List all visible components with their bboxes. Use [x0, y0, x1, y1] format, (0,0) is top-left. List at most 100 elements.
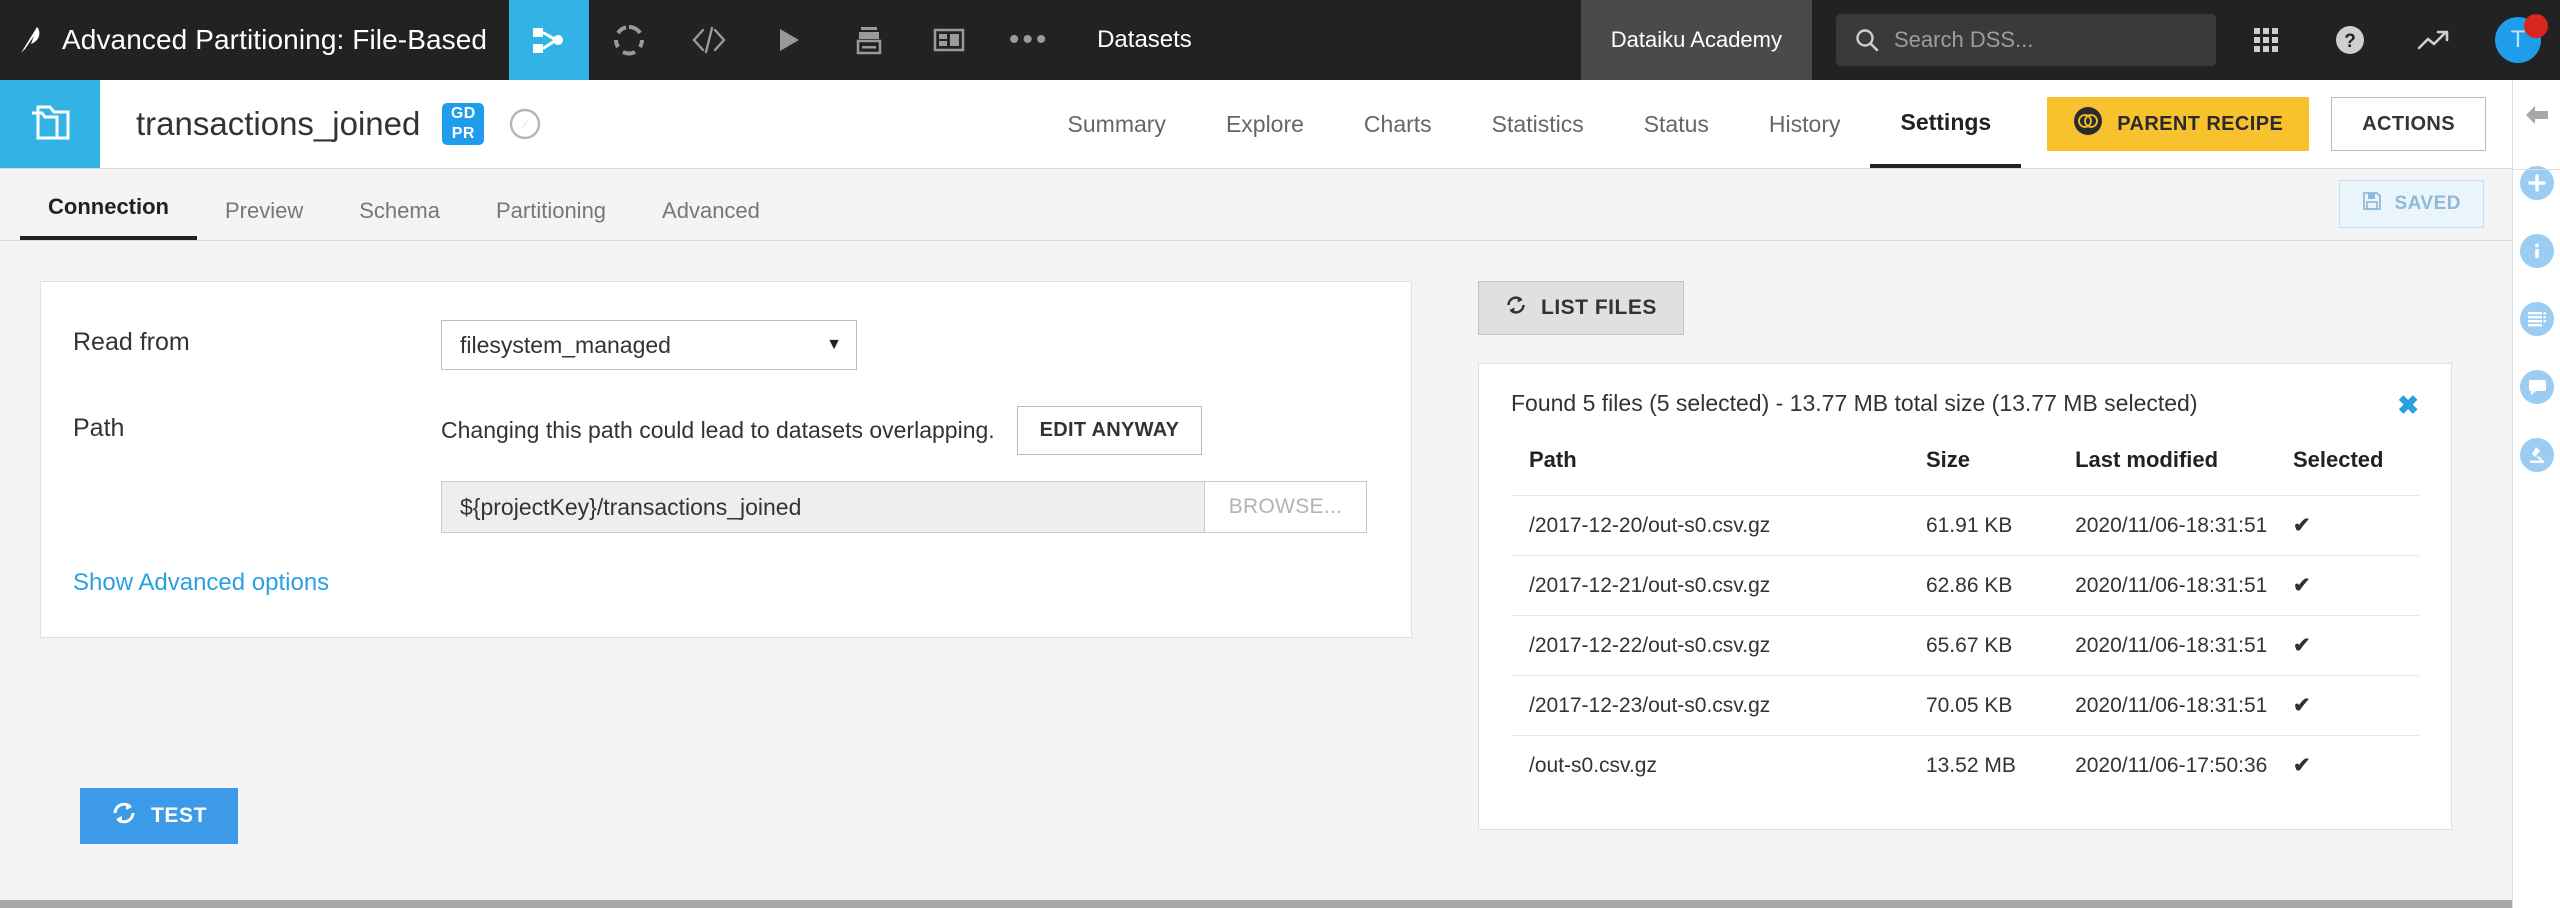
search-icon	[1854, 27, 1880, 53]
browse-button[interactable]: BROWSE...	[1205, 481, 1367, 533]
avatar[interactable]: T	[2476, 0, 2560, 80]
table-row[interactable]: /2017-12-23/out-s0.csv.gz 70.05 KB 2020/…	[1511, 676, 2419, 736]
tab-summary[interactable]: Summary	[1038, 80, 1196, 168]
table-row[interactable]: /2017-12-22/out-s0.csv.gz 65.67 KB 2020/…	[1511, 616, 2419, 676]
top-navbar: Advanced Partitioning: File-Based	[0, 0, 2560, 80]
dataiku-dss-window: Advanced Partitioning: File-Based	[0, 0, 2560, 908]
gdpr-badge[interactable]: GD PR	[442, 103, 484, 145]
cell-size: 65.67 KB	[1926, 616, 2075, 676]
path-input-row: ${projectKey}/transactions_joined BROWSE…	[441, 481, 1367, 533]
files-table: Path Size Last modified Selected /2017-1…	[1511, 447, 2419, 795]
cell-size: 61.91 KB	[1926, 496, 2075, 556]
actions-button[interactable]: ACTIONS	[2331, 97, 2486, 151]
navbar-right-icons: ? T	[2224, 0, 2560, 80]
column-header-selected[interactable]: Selected	[2293, 447, 2419, 496]
list-files-button[interactable]: LIST FILES	[1478, 281, 1684, 335]
tab-status[interactable]: Status	[1614, 80, 1739, 168]
cell-selected-check: ✔	[2293, 616, 2419, 676]
lab-microscope-icon[interactable]	[2520, 438, 2554, 472]
discover-compass-icon[interactable]	[508, 107, 542, 141]
comments-icon[interactable]	[2520, 370, 2554, 404]
cell-size: 13.52 MB	[1926, 736, 2075, 796]
cell-selected-check: ✔	[2293, 736, 2419, 796]
tab-history[interactable]: History	[1739, 80, 1871, 168]
cell-last-modified: 2020/11/06-18:31:51	[2075, 556, 2293, 616]
collapse-back-arrow-icon[interactable]	[2522, 102, 2552, 128]
column-header-last-modified[interactable]: Last modified	[2075, 447, 2293, 496]
gdpr-badge-line1: GD	[451, 104, 476, 124]
cell-selected-check: ✔	[2293, 676, 2419, 736]
cell-size: 62.86 KB	[1926, 556, 2075, 616]
column-header-path[interactable]: Path	[1511, 447, 1926, 496]
jobs-stack-icon[interactable]	[829, 0, 909, 80]
search-input[interactable]: Search DSS...	[1836, 14, 2216, 66]
navbar-section-label[interactable]: Datasets	[1069, 26, 1220, 54]
read-from-label: Read from	[41, 320, 441, 357]
path-input[interactable]: ${projectKey}/transactions_joined	[441, 481, 1205, 533]
show-advanced-options-link[interactable]: Show Advanced options	[41, 569, 1411, 597]
column-header-size[interactable]: Size	[1926, 447, 2075, 496]
tab-explore[interactable]: Explore	[1196, 80, 1334, 168]
connection-panel: Read from filesystem_managed ▼ Path Chan…	[40, 281, 1412, 638]
chevron-down-icon: ▼	[826, 336, 842, 354]
table-row[interactable]: /2017-12-20/out-s0.csv.gz 61.91 KB 2020/…	[1511, 496, 2419, 556]
files-summary-text: Found 5 files (5 selected) - 13.77 MB to…	[1511, 390, 2198, 417]
code-icon[interactable]	[669, 0, 749, 80]
read-from-row: Read from filesystem_managed ▼	[41, 320, 1411, 370]
cell-path: /out-s0.csv.gz	[1511, 736, 1926, 796]
lab-circle-icon[interactable]	[589, 0, 669, 80]
dashboard-icon[interactable]	[909, 0, 989, 80]
tab-statistics[interactable]: Statistics	[1462, 80, 1614, 168]
path-warning-row: Changing this path could lead to dataset…	[441, 406, 1367, 455]
test-label: TEST	[151, 804, 207, 828]
help-question-icon[interactable]: ?	[2308, 0, 2392, 80]
add-plus-icon[interactable]	[2520, 166, 2554, 200]
info-icon[interactable]	[2520, 234, 2554, 268]
flow-icon[interactable]	[509, 0, 589, 80]
page-title: transactions_joined	[136, 105, 420, 143]
tab-settings[interactable]: Settings	[1870, 80, 2021, 168]
main-content: Read from filesystem_managed ▼ Path Chan…	[0, 241, 2512, 900]
subtab-advanced[interactable]: Advanced	[634, 198, 788, 240]
files-card-header: Found 5 files (5 selected) - 13.77 MB to…	[1511, 390, 2419, 421]
apps-grid-icon[interactable]	[2224, 0, 2308, 80]
svg-text:?: ?	[2344, 31, 2356, 52]
right-rail	[2512, 80, 2560, 908]
edit-anyway-button[interactable]: EDIT ANYWAY	[1017, 406, 1203, 455]
academy-button[interactable]: Dataiku Academy	[1581, 0, 1812, 80]
cell-path: /2017-12-22/out-s0.csv.gz	[1511, 616, 1926, 676]
gdpr-badge-line2: PR	[452, 124, 475, 144]
subtab-partitioning[interactable]: Partitioning	[468, 198, 634, 240]
refresh-icon	[111, 801, 137, 831]
dataset-tabs: Summary Explore Charts Statistics Status…	[1038, 80, 2512, 168]
path-controls: Changing this path could lead to dataset…	[441, 406, 1367, 533]
cell-last-modified: 2020/11/06-18:31:51	[2075, 676, 2293, 736]
read-from-select[interactable]: filesystem_managed ▼	[441, 320, 857, 370]
dataiku-bird-logo[interactable]	[0, 0, 62, 80]
more-ellipsis-icon[interactable]: •••	[989, 0, 1069, 80]
tab-charts[interactable]: Charts	[1334, 80, 1462, 168]
close-x-icon[interactable]: ✖	[2397, 390, 2419, 421]
bottom-scrollbar[interactable]	[0, 900, 2512, 908]
table-row[interactable]: /2017-12-21/out-s0.csv.gz 62.86 KB 2020/…	[1511, 556, 2419, 616]
connection-column: Read from filesystem_managed ▼ Path Chan…	[0, 241, 1458, 900]
files-result-card: Found 5 files (5 selected) - 13.77 MB to…	[1478, 363, 2452, 830]
subtab-preview[interactable]: Preview	[197, 198, 331, 240]
search-placeholder-text: Search DSS...	[1894, 27, 2033, 53]
run-play-icon[interactable]	[749, 0, 829, 80]
details-list-icon[interactable]	[2520, 302, 2554, 336]
files-column: LIST FILES Found 5 files (5 selected) - …	[1458, 241, 2512, 900]
test-button[interactable]: TEST	[80, 788, 238, 844]
trending-arrow-icon[interactable]	[2392, 0, 2476, 80]
table-header-row: Path Size Last modified Selected	[1511, 447, 2419, 496]
subtab-schema[interactable]: Schema	[331, 198, 468, 240]
cell-last-modified: 2020/11/06-18:31:51	[2075, 616, 2293, 676]
saved-label: SAVED	[2394, 193, 2461, 215]
path-row: Path Changing this path could lead to da…	[41, 406, 1411, 533]
parent-recipe-label: PARENT RECIPE	[2117, 113, 2283, 136]
subtab-connection[interactable]: Connection	[20, 194, 197, 240]
cell-path: /2017-12-21/out-s0.csv.gz	[1511, 556, 1926, 616]
parent-recipe-button[interactable]: PARENT RECIPE	[2047, 97, 2309, 151]
table-row[interactable]: /out-s0.csv.gz 13.52 MB 2020/11/06-17:50…	[1511, 736, 2419, 796]
project-title[interactable]: Advanced Partitioning: File-Based	[62, 24, 509, 56]
